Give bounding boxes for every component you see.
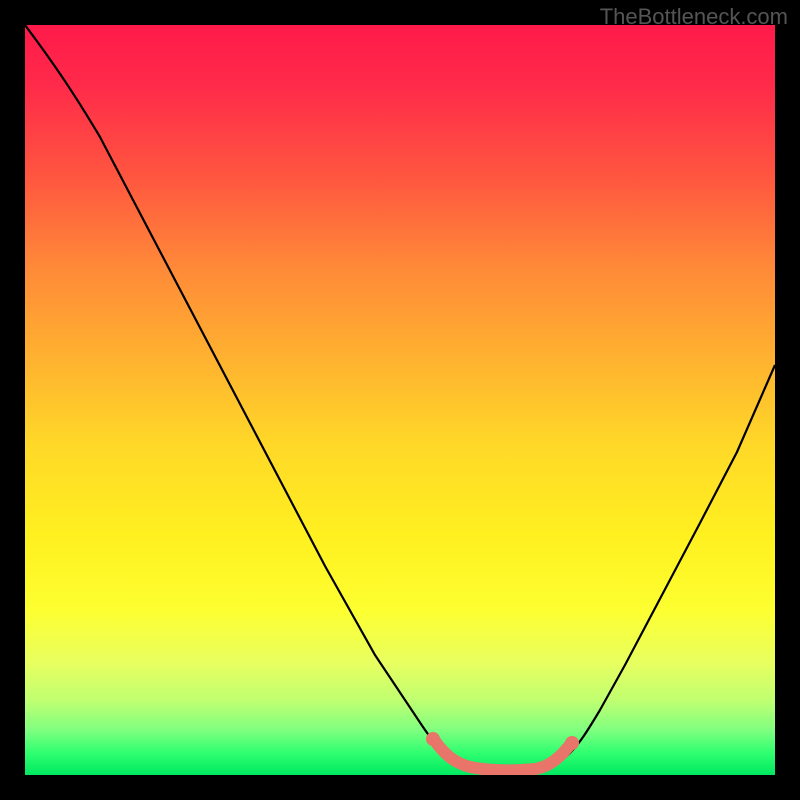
curve-layer	[25, 25, 775, 775]
plot-area	[25, 25, 775, 775]
bottleneck-curve	[25, 25, 775, 770]
watermark-text: TheBottleneck.com	[600, 4, 788, 30]
highlight-start-dot	[426, 732, 440, 746]
optimal-zone-highlight	[435, 741, 570, 770]
highlight-end-dot	[565, 736, 579, 750]
